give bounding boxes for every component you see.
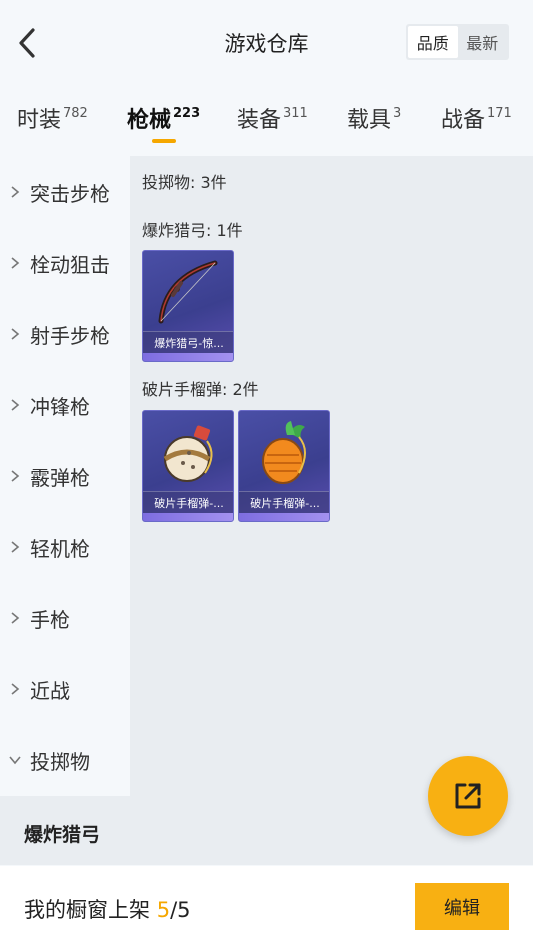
selected-subcategory-label: 爆炸猎弓 — [24, 824, 101, 846]
external-link-icon — [455, 783, 481, 809]
sidebar-item-label: 投掷物 — [30, 749, 90, 774]
sort-quality-button[interactable]: 品质 — [408, 26, 458, 58]
tab-count: 311 — [283, 106, 308, 121]
item-card-grenade-2[interactable]: 破片手榴弹-... — [238, 410, 330, 522]
item-name: 爆炸猎弓-惊... — [143, 331, 233, 353]
showcase-total-count: 5 — [177, 898, 191, 922]
share-fab-button[interactable] — [428, 756, 508, 836]
chevron-right-icon — [0, 385, 30, 425]
tab-vehicles[interactable]: 载具 3 — [347, 102, 401, 134]
rarity-bar — [143, 513, 233, 521]
sidebar-item-marksman-rifle[interactable]: 射手步枪 — [0, 314, 130, 354]
sidebar-item-label: 手枪 — [30, 607, 70, 632]
carrot-grenade-icon — [262, 421, 306, 484]
chevron-right-icon — [0, 456, 30, 496]
chevron-right-icon — [0, 243, 30, 283]
header: 游戏仓库 品质 最新 — [0, 0, 533, 84]
tab-firearms[interactable]: 枪械 223 — [127, 102, 200, 134]
sidebar: 突击步枪 栓动狙击 射手步枪 冲锋枪 霰弹枪 轻机枪 手枪 近战 投掷物 — [0, 156, 130, 796]
tab-label: 战备 — [441, 108, 486, 133]
tab-label: 枪械 — [127, 108, 172, 133]
sidebar-item-label: 霰弹枪 — [30, 465, 90, 490]
sidebar-item-lmg[interactable]: 轻机枪 — [0, 527, 130, 567]
sidebar-item-pistol[interactable]: 手枪 — [0, 598, 130, 638]
showcase-current-count: 5 — [156, 898, 171, 922]
sort-latest-button[interactable]: 最新 — [458, 26, 508, 58]
sidebar-item-melee[interactable]: 近战 — [0, 669, 130, 709]
sidebar-item-assault-rifle[interactable]: 突击步枪 — [0, 172, 130, 212]
sidebar-item-throwables[interactable]: 投掷物 — [0, 740, 130, 780]
item-card-bow[interactable]: 爆炸猎弓-惊... — [142, 250, 234, 362]
showcase-label: 我的橱窗上架 — [24, 898, 150, 922]
sidebar-item-bolt-sniper[interactable]: 栓动狙击 — [0, 243, 130, 283]
active-tab-indicator — [152, 139, 176, 143]
item-name: 破片手榴弹-... — [143, 491, 233, 513]
category-count-header: 投掷物: 3件 — [142, 173, 227, 192]
group-title-grenade: 破片手榴弹: 2件 — [142, 380, 259, 399]
tab-label: 装备 — [237, 108, 282, 133]
tab-label: 载具 — [347, 108, 392, 133]
sidebar-item-label: 轻机枪 — [30, 536, 90, 561]
item-name: 破片手榴弹-... — [239, 491, 329, 513]
chevron-right-icon — [0, 598, 30, 638]
sidebar-item-label: 射手步枪 — [30, 323, 110, 348]
tab-count: 223 — [173, 106, 201, 121]
chevron-right-icon — [0, 172, 30, 212]
tab-label: 时装 — [17, 108, 62, 133]
showcase-status: 我的橱窗上架 5/5 — [24, 894, 191, 924]
tab-equipment[interactable]: 装备 311 — [237, 102, 308, 134]
chevron-right-icon — [0, 669, 30, 709]
tab-count: 3 — [393, 106, 402, 121]
edit-button[interactable]: 编辑 — [415, 883, 509, 930]
sidebar-item-shotgun[interactable]: 霰弹枪 — [0, 456, 130, 496]
sidebar-item-label: 近战 — [30, 678, 70, 703]
item-card-grenade-1[interactable]: 破片手榴弹-... — [142, 410, 234, 522]
grenade-icon — [163, 425, 213, 482]
sidebar-item-label: 冲锋枪 — [30, 394, 90, 419]
footer-bar: 我的橱窗上架 5/5 编辑 — [0, 866, 533, 948]
chevron-right-icon — [0, 314, 30, 354]
chevron-right-icon — [0, 527, 30, 567]
tab-combat-gear[interactable]: 战备 171 — [441, 102, 512, 134]
rarity-bar — [143, 353, 233, 361]
tab-count: 782 — [63, 106, 88, 121]
sort-toggle: 品质 最新 — [406, 24, 509, 60]
tab-fashion[interactable]: 时装 782 — [17, 102, 88, 134]
sidebar-item-smg[interactable]: 冲锋枪 — [0, 385, 130, 425]
group-title-bow: 爆炸猎弓: 1件 — [142, 221, 243, 240]
rarity-bar — [239, 513, 329, 521]
sidebar-item-label: 栓动狙击 — [30, 252, 110, 277]
tab-count: 171 — [487, 106, 512, 121]
chevron-down-icon — [0, 740, 30, 780]
category-tabs: 时装 782 枪械 223 装备 311 载具 3 战备 171 — [0, 96, 533, 146]
sidebar-item-label: 突击步枪 — [30, 181, 110, 206]
bow-icon — [158, 260, 218, 324]
